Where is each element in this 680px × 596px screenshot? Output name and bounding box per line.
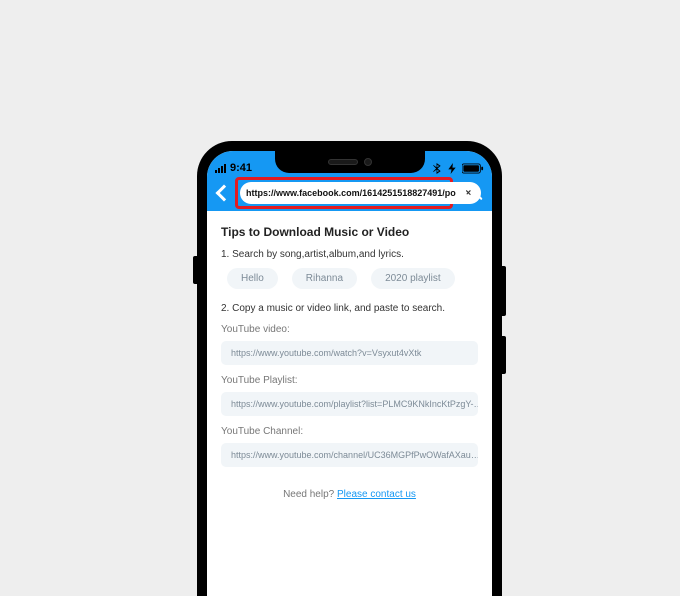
status-bar-time: 9:41 <box>230 162 252 174</box>
chip-row: Hello Rihanna 2020 playlist <box>221 268 478 289</box>
example-label-playlist: YouTube Playlist: <box>221 375 478 386</box>
example-value-channel[interactable]: https://www.youtube.com/channel/UC36MGPf… <box>221 443 478 467</box>
example-value-video[interactable]: https://www.youtube.com/watch?v=Vsyxut4v… <box>221 341 478 365</box>
chip-hello[interactable]: Hello <box>227 268 278 289</box>
help-line: Need help? Please contact us <box>221 489 478 500</box>
page-title: Tips to Download Music or Video <box>221 225 478 239</box>
back-icon[interactable] <box>215 183 229 203</box>
example-value-playlist[interactable]: https://www.youtube.com/playlist?list=PL… <box>221 392 478 416</box>
chip-playlist[interactable]: 2020 playlist <box>371 268 455 289</box>
signal-icon <box>215 164 226 173</box>
url-highlight-box: https://www.facebook.com/161425151882749… <box>235 177 453 209</box>
chip-rihanna[interactable]: Rihanna <box>292 268 357 289</box>
step-1-text: 1. Search by song,artist,album,and lyric… <box>221 249 478 260</box>
phone-screen: 9:41 <box>207 151 492 596</box>
phone-silence-switch <box>193 256 197 284</box>
url-input-pill[interactable]: https://www.facebook.com/161425151882749… <box>240 182 481 204</box>
notch <box>275 151 425 173</box>
battery-icon <box>462 163 484 174</box>
example-label-video: YouTube video: <box>221 324 478 335</box>
phone-volume-down <box>502 336 506 374</box>
search-icon[interactable] <box>462 182 484 204</box>
bluetooth-icon <box>432 163 442 174</box>
speaker-grill <box>328 159 358 165</box>
page-content: Tips to Download Music or Video 1. Searc… <box>207 211 492 500</box>
step-2-text: 2. Copy a music or video link, and paste… <box>221 303 478 314</box>
phone-frame: 9:41 <box>197 141 502 596</box>
help-link[interactable]: Please contact us <box>337 489 416 500</box>
phone-volume-up <box>502 266 506 316</box>
front-camera <box>364 158 372 166</box>
help-prefix: Need help? <box>283 489 337 500</box>
url-input-value: https://www.facebook.com/161425151882749… <box>246 188 456 198</box>
nav-bar: https://www.facebook.com/161425151882749… <box>207 175 492 211</box>
lightning-icon <box>447 163 457 174</box>
example-label-channel: YouTube Channel: <box>221 426 478 437</box>
